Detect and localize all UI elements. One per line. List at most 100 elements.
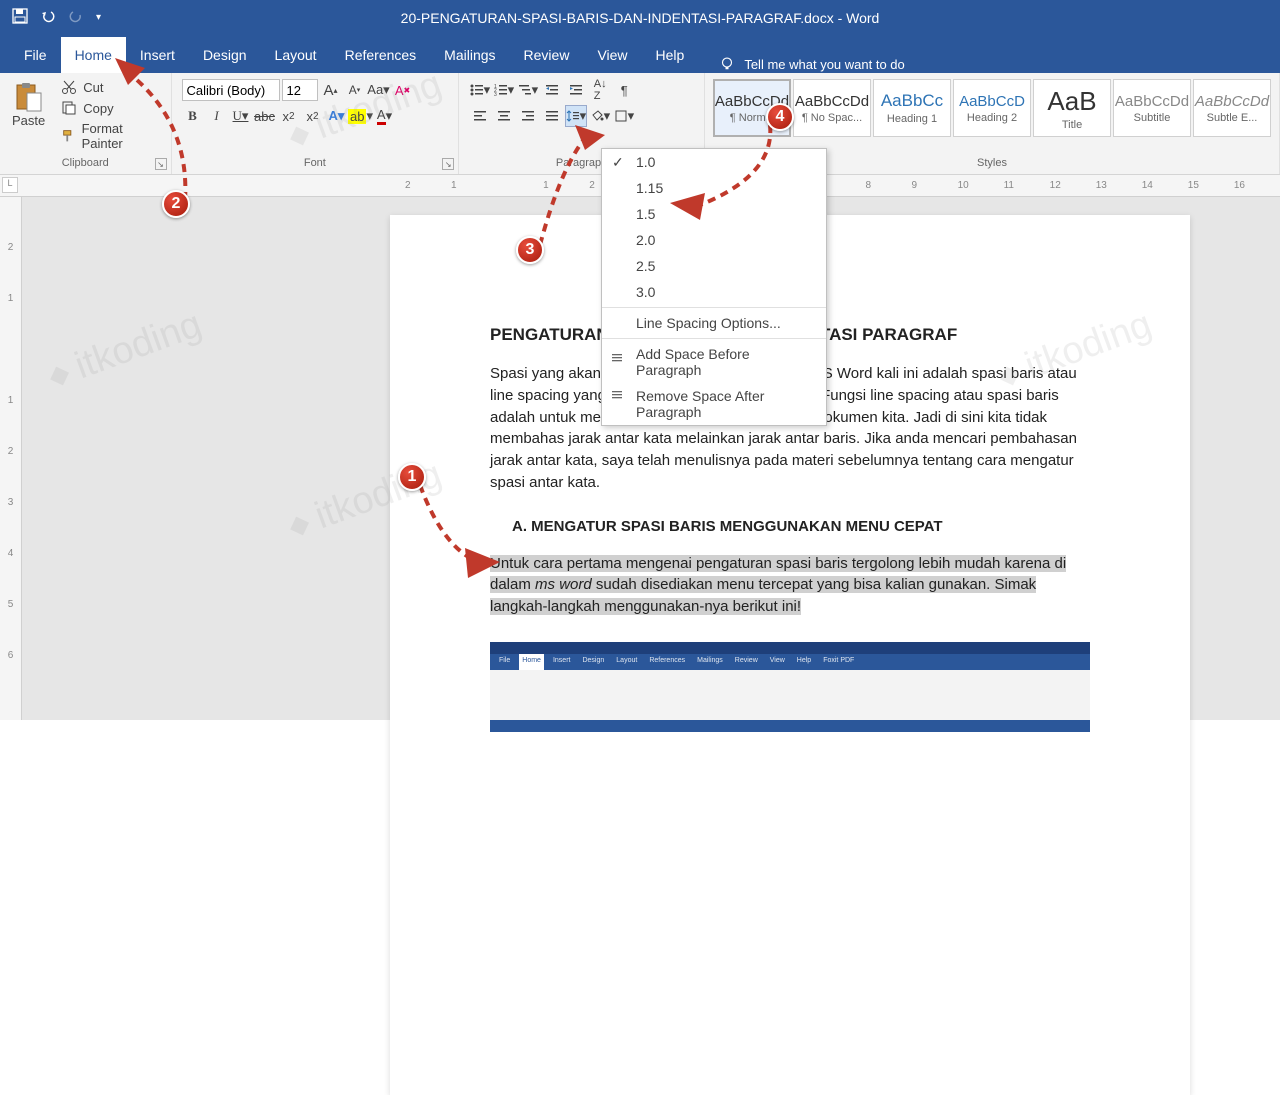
copy-button[interactable]: Copy: [55, 98, 164, 118]
decrease-indent-button[interactable]: [541, 79, 563, 101]
align-center-button[interactable]: [493, 105, 515, 127]
change-case-button[interactable]: Aa▾: [368, 79, 390, 101]
align-right-button[interactable]: [517, 105, 539, 127]
justify-icon: [545, 109, 559, 123]
tab-selector[interactable]: L: [2, 177, 18, 193]
multilevel-icon: [518, 83, 531, 97]
font-dialog-launcher[interactable]: ↘: [442, 158, 454, 170]
add-space-before[interactable]: Add Space Before Paragraph: [602, 341, 826, 383]
group-font: A▴ A▾ Aa▾ A✖ B I U▾ abc x2 x2 A▾ ab▾ A▾ …: [172, 73, 460, 174]
format-painter-button[interactable]: Format Painter: [55, 119, 164, 153]
style-subtitle[interactable]: AaBbCcDdSubtitle: [1113, 79, 1191, 137]
tab-home[interactable]: Home: [61, 37, 126, 73]
embedded-screenshot: FileHomeInsertDesignLayoutReferencesMail…: [490, 642, 1090, 732]
style-no-spacing[interactable]: AaBbCcDd¶ No Spac...: [793, 79, 871, 137]
clear-formatting-button[interactable]: A✖: [392, 79, 414, 101]
save-icon[interactable]: [12, 8, 28, 27]
superscript-button[interactable]: x2: [302, 105, 324, 127]
window-title: 20-PENGATURAN-SPASI-BARIS-DAN-INDENTASI-…: [401, 10, 880, 26]
doc-paragraph-2[interactable]: Untuk cara pertama mengenai pengaturan s…: [490, 553, 1090, 618]
indent-icon: [569, 83, 583, 97]
sort-button[interactable]: A↓Z: [589, 79, 611, 101]
subscript-button[interactable]: x2: [278, 105, 300, 127]
tab-file[interactable]: File: [10, 37, 61, 73]
line-spacing-icon: [566, 109, 579, 123]
tab-design[interactable]: Design: [189, 37, 261, 73]
paste-button[interactable]: Paste: [6, 77, 51, 154]
annotation-badge-2: 2: [162, 190, 190, 218]
undo-icon[interactable]: [40, 8, 56, 27]
spacing-option-1.15[interactable]: 1.15: [602, 175, 826, 201]
qat-dropdown-icon[interactable]: ▾: [96, 12, 101, 23]
strikethrough-button[interactable]: abc: [254, 105, 276, 127]
grow-font-button[interactable]: A▴: [320, 79, 342, 101]
outdent-icon: [545, 83, 559, 97]
numbering-button[interactable]: 123▾: [493, 79, 515, 101]
bullets-button[interactable]: ▾: [469, 79, 491, 101]
scissors-icon: [61, 79, 77, 95]
doc-subheading-a[interactable]: A. MENGATUR SPASI BARIS MENGGUNAKAN MENU…: [512, 518, 1090, 535]
cut-button[interactable]: Cut: [55, 77, 164, 97]
tab-view[interactable]: View: [583, 37, 641, 73]
shrink-font-button[interactable]: A▾: [344, 79, 366, 101]
font-name-select[interactable]: [182, 79, 280, 101]
spacing-option-2.0[interactable]: 2.0: [602, 227, 826, 253]
tab-mailings[interactable]: Mailings: [430, 37, 509, 73]
ribbon-tabs: File Home Insert Design Layout Reference…: [0, 35, 1280, 73]
highlight-button[interactable]: ab▾: [350, 105, 372, 127]
font-group-label: Font: [304, 157, 326, 169]
line-spacing-options[interactable]: Line Spacing Options...: [602, 310, 826, 336]
spacing-option-2.5[interactable]: 2.5: [602, 253, 826, 279]
annotation-badge-3: 3: [516, 236, 544, 264]
line-spacing-button[interactable]: ▾: [565, 105, 587, 127]
styles-gallery[interactable]: AaBbCcDd¶ Normal AaBbCcDd¶ No Spac... Aa…: [711, 77, 1273, 154]
bullets-icon: [470, 83, 483, 97]
redo-icon[interactable]: [68, 8, 84, 27]
tell-me-search[interactable]: Tell me what you want to do: [718, 55, 904, 73]
spacing-option-1.5[interactable]: 1.5: [602, 201, 826, 227]
show-marks-button[interactable]: ¶: [613, 79, 635, 101]
justify-button[interactable]: [541, 105, 563, 127]
copy-icon: [61, 100, 77, 116]
paragraph-group-label: Paragraph: [556, 157, 607, 169]
svg-text:3: 3: [494, 92, 497, 97]
borders-button[interactable]: ▾: [613, 105, 635, 127]
vertical-ruler[interactable]: 21123456: [0, 197, 22, 720]
tab-insert[interactable]: Insert: [126, 37, 189, 73]
font-size-select[interactable]: [282, 79, 318, 101]
space-before-icon: [610, 348, 624, 362]
borders-icon: [614, 109, 627, 123]
multilevel-list-button[interactable]: ▾: [517, 79, 539, 101]
lightbulb-icon: [718, 55, 736, 73]
annotation-badge-1: 1: [398, 463, 426, 491]
tab-help[interactable]: Help: [642, 37, 699, 73]
align-left-icon: [473, 109, 487, 123]
tab-layout[interactable]: Layout: [261, 37, 331, 73]
tab-review[interactable]: Review: [510, 37, 584, 73]
bucket-icon: [590, 109, 603, 123]
style-heading2[interactable]: AaBbCcDHeading 2: [953, 79, 1031, 137]
shading-button[interactable]: ▾: [589, 105, 611, 127]
style-heading1[interactable]: AaBbCcHeading 1: [873, 79, 951, 137]
brush-icon: [61, 128, 75, 144]
paste-icon: [13, 81, 45, 113]
tab-references[interactable]: References: [331, 37, 431, 73]
underline-button[interactable]: U▾: [230, 105, 252, 127]
align-left-button[interactable]: [469, 105, 491, 127]
line-spacing-dropdown: 1.0 1.15 1.5 2.0 2.5 3.0 Line Spacing Op…: [601, 148, 827, 426]
increase-indent-button[interactable]: [565, 79, 587, 101]
paste-label: Paste: [12, 113, 45, 128]
style-title[interactable]: AaBTitle: [1033, 79, 1111, 137]
italic-button[interactable]: I: [206, 105, 228, 127]
spacing-option-1.0[interactable]: 1.0: [602, 149, 826, 175]
spacing-option-3.0[interactable]: 3.0: [602, 279, 826, 305]
clipboard-dialog-launcher[interactable]: ↘: [155, 158, 167, 170]
remove-space-after[interactable]: Remove Space After Paragraph: [602, 383, 826, 425]
title-bar: ▾ 20-PENGATURAN-SPASI-BARIS-DAN-INDENTAS…: [0, 0, 1280, 35]
align-center-icon: [497, 109, 511, 123]
text-effects-button[interactable]: A▾: [326, 105, 348, 127]
bold-button[interactable]: B: [182, 105, 204, 127]
numbering-icon: 123: [494, 83, 507, 97]
font-color-button[interactable]: A▾: [374, 105, 396, 127]
style-subtle-emphasis[interactable]: AaBbCcDdSubtle E...: [1193, 79, 1271, 137]
